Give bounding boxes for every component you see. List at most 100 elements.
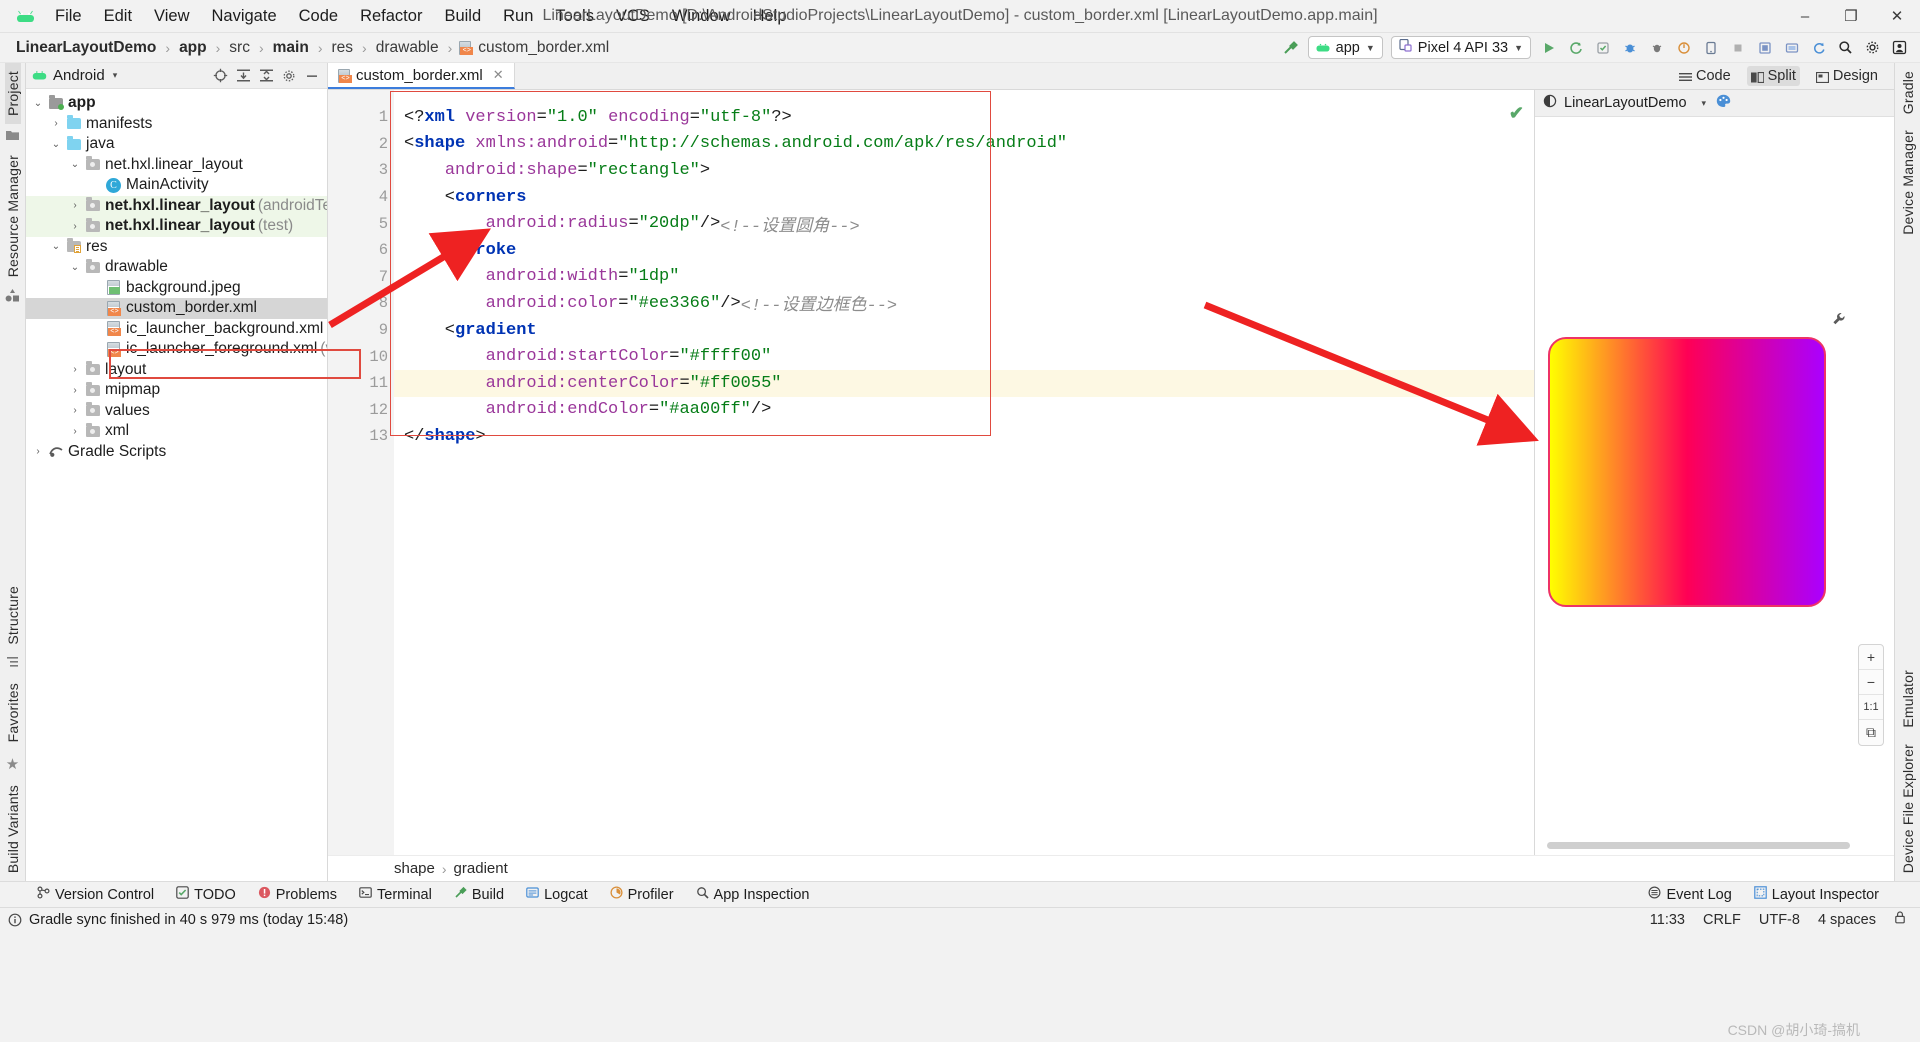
menu-help[interactable]: Help xyxy=(742,4,798,29)
chevron-right-icon[interactable]: › xyxy=(67,385,83,396)
chevron-right-icon[interactable]: › xyxy=(30,446,46,457)
code-content[interactable]: <? xml version = "1.0" encoding = "utf-8" ?> <… xyxy=(390,90,1534,855)
debug-button[interactable] xyxy=(1617,36,1642,60)
tree-node-mainactivity[interactable]: C MainActivity xyxy=(26,175,327,196)
tree-node-ic-launcher-foreground-xml[interactable]: <> ic_launcher_foreground.xml (v24) xyxy=(26,339,327,360)
breadcrumb-gradient[interactable]: gradient xyxy=(454,860,508,877)
tree-node-java[interactable]: ⌄ java xyxy=(26,134,327,155)
status-line-separator[interactable]: CRLF xyxy=(1703,912,1741,928)
tree-node-xml[interactable]: › xml xyxy=(26,421,327,442)
run-button[interactable] xyxy=(1536,36,1561,60)
device-selector[interactable]: Pixel 4 API 33 ▼ xyxy=(1390,36,1531,59)
chevron-right-icon[interactable]: › xyxy=(48,118,64,129)
breadcrumb-main[interactable]: main xyxy=(271,38,311,58)
theme-toggle-icon[interactable] xyxy=(1543,94,1557,112)
zoom-out-button[interactable]: − xyxy=(1859,670,1883,695)
code-line-2[interactable]: < shape xmlns:android = "http://schemas.and… xyxy=(394,131,1534,158)
tool-window-app-inspection[interactable]: App Inspection xyxy=(685,884,821,905)
code-line-3[interactable]: android:shape = "rectangle" > xyxy=(394,157,1534,184)
tree-node-package-test[interactable]: › net.hxl.linear_layout (test) xyxy=(26,216,327,237)
device-manager-button[interactable] xyxy=(1698,36,1723,60)
tree-node-gradle-scripts[interactable]: › Gradle Scripts xyxy=(26,442,327,463)
maximize-button[interactable]: ❐ xyxy=(1828,0,1874,33)
breadcrumb-drawable[interactable]: drawable xyxy=(374,38,441,58)
color-palette-icon[interactable] xyxy=(1716,94,1731,112)
close-icon[interactable]: ✕ xyxy=(493,67,504,83)
chevron-right-icon[interactable]: › xyxy=(67,426,83,437)
tree-node-manifests[interactable]: › manifests xyxy=(26,114,327,135)
rail-emulator[interactable]: Emulator xyxy=(1900,662,1916,736)
rerun-button[interactable] xyxy=(1563,36,1588,60)
menu-code[interactable]: Code xyxy=(288,4,349,29)
stop-button[interactable] xyxy=(1725,36,1750,60)
code-editor[interactable]: 1 2 3 4 5 6 7 8 9 10 11 12 13 <? xml ver… xyxy=(328,90,1534,855)
apply-changes-button[interactable] xyxy=(1590,36,1615,60)
chevron-down-icon[interactable]: ▾ xyxy=(113,70,118,81)
tool-window-profiler[interactable]: Profiler xyxy=(599,884,685,905)
menu-navigate[interactable]: Navigate xyxy=(201,4,288,29)
chevron-down-icon[interactable]: ⌄ xyxy=(30,98,46,109)
tool-window-event-log[interactable]: Event Log xyxy=(1637,884,1742,905)
preview-canvas[interactable]: + − 1:1 ⧉ xyxy=(1535,117,1894,855)
rail-project[interactable]: Project xyxy=(4,63,21,124)
menu-tools[interactable]: Tools xyxy=(544,4,605,29)
tool-window-problems[interactable]: Problems xyxy=(247,884,348,905)
lock-icon[interactable] xyxy=(1894,911,1906,928)
tool-window-terminal[interactable]: Terminal xyxy=(348,884,443,905)
close-button[interactable]: ✕ xyxy=(1874,0,1920,33)
chevron-down-icon[interactable]: ⌄ xyxy=(67,159,83,170)
code-line-7[interactable]: android:width = "1dp" xyxy=(394,264,1534,291)
rail-build-variants[interactable]: Build Variants xyxy=(5,777,21,881)
code-line-5[interactable]: android:radius = "20dp"/> <!--设置圆角--> xyxy=(394,210,1534,237)
chevron-right-icon[interactable]: › xyxy=(67,364,83,375)
expand-all-icon[interactable] xyxy=(234,67,252,85)
chevron-down-icon[interactable]: ⌄ xyxy=(48,241,64,252)
select-opened-file-icon[interactable] xyxy=(211,67,229,85)
tree-node-layout[interactable]: › layout xyxy=(26,360,327,381)
minimize-button[interactable]: – xyxy=(1782,0,1828,33)
settings-icon[interactable] xyxy=(280,67,298,85)
tree-node-ic-launcher-background-xml[interactable]: <> ic_launcher_background.xml xyxy=(26,319,327,340)
rail-gradle[interactable]: Gradle xyxy=(1900,63,1916,122)
rail-device-file-explorer[interactable]: Device File Explorer xyxy=(1900,736,1916,881)
run-configuration-selector[interactable]: app ▼ xyxy=(1307,36,1383,59)
project-view-label[interactable]: Android xyxy=(53,67,105,84)
wrench-icon[interactable] xyxy=(1832,312,1846,331)
view-mode-split[interactable]: Split xyxy=(1746,66,1800,86)
code-line-12[interactable]: android:endColor = "#aa00ff"/> xyxy=(394,397,1534,424)
code-line-4[interactable]: < corners xyxy=(394,184,1534,211)
editor-tab-custom-border[interactable]: <> custom_border.xml ✕ xyxy=(328,63,515,89)
tree-node-package-androidtest[interactable]: › net.hxl.linear_layout (androidTest) xyxy=(26,195,327,216)
tree-node-background-jpeg[interactable]: background.jpeg xyxy=(26,278,327,299)
project-tree[interactable]: ⌄ app › manifests ⌄ java ⌄ net.hxl.linea… xyxy=(26,89,327,462)
editor-gutter[interactable]: 1 2 3 4 5 6 7 8 9 10 11 12 13 xyxy=(328,90,394,855)
chevron-right-icon[interactable]: › xyxy=(67,221,83,232)
chevron-down-icon[interactable]: ⌄ xyxy=(48,139,64,150)
menu-window[interactable]: Window xyxy=(661,4,742,29)
breadcrumb-res[interactable]: res xyxy=(330,38,356,58)
sync-gradle-button[interactable] xyxy=(1806,36,1831,60)
avd-manager-button[interactable] xyxy=(1779,36,1804,60)
tree-node-app[interactable]: ⌄ app xyxy=(26,93,327,114)
tree-node-package[interactable]: ⌄ net.hxl.linear_layout xyxy=(26,155,327,176)
code-line-1[interactable]: <? xml version = "1.0" encoding = "utf-8" ?> xyxy=(394,104,1534,131)
tool-window-layout-inspector[interactable]: Layout Inspector xyxy=(1743,884,1890,905)
zoom-actual-button[interactable]: 1:1 xyxy=(1859,695,1883,720)
code-line-13[interactable]: </shape > xyxy=(394,423,1534,450)
breadcrumb-file[interactable]: custom_border.xml xyxy=(476,38,611,58)
account-button[interactable] xyxy=(1887,36,1912,60)
menu-vcs[interactable]: VCS xyxy=(605,4,661,29)
tool-window-version-control[interactable]: Version Control xyxy=(26,884,165,905)
tree-node-drawable[interactable]: ⌄ drawable xyxy=(26,257,327,278)
menu-file[interactable]: File xyxy=(44,4,93,29)
sdk-manager-button[interactable] xyxy=(1752,36,1777,60)
chevron-right-icon[interactable]: › xyxy=(67,200,83,211)
status-encoding[interactable]: UTF-8 xyxy=(1759,912,1800,928)
menu-bar[interactable]: File Edit View Navigate Code Refactor Bu… xyxy=(44,4,798,29)
view-mode-code[interactable]: Code xyxy=(1675,66,1735,86)
window-controls[interactable]: – ❐ ✕ xyxy=(1782,0,1920,32)
rail-device-manager[interactable]: Device Manager xyxy=(1900,122,1916,243)
zoom-fit-button[interactable]: ⧉ xyxy=(1859,720,1883,745)
chevron-down-icon[interactable]: ⌄ xyxy=(67,262,83,273)
hide-icon[interactable] xyxy=(303,67,321,85)
